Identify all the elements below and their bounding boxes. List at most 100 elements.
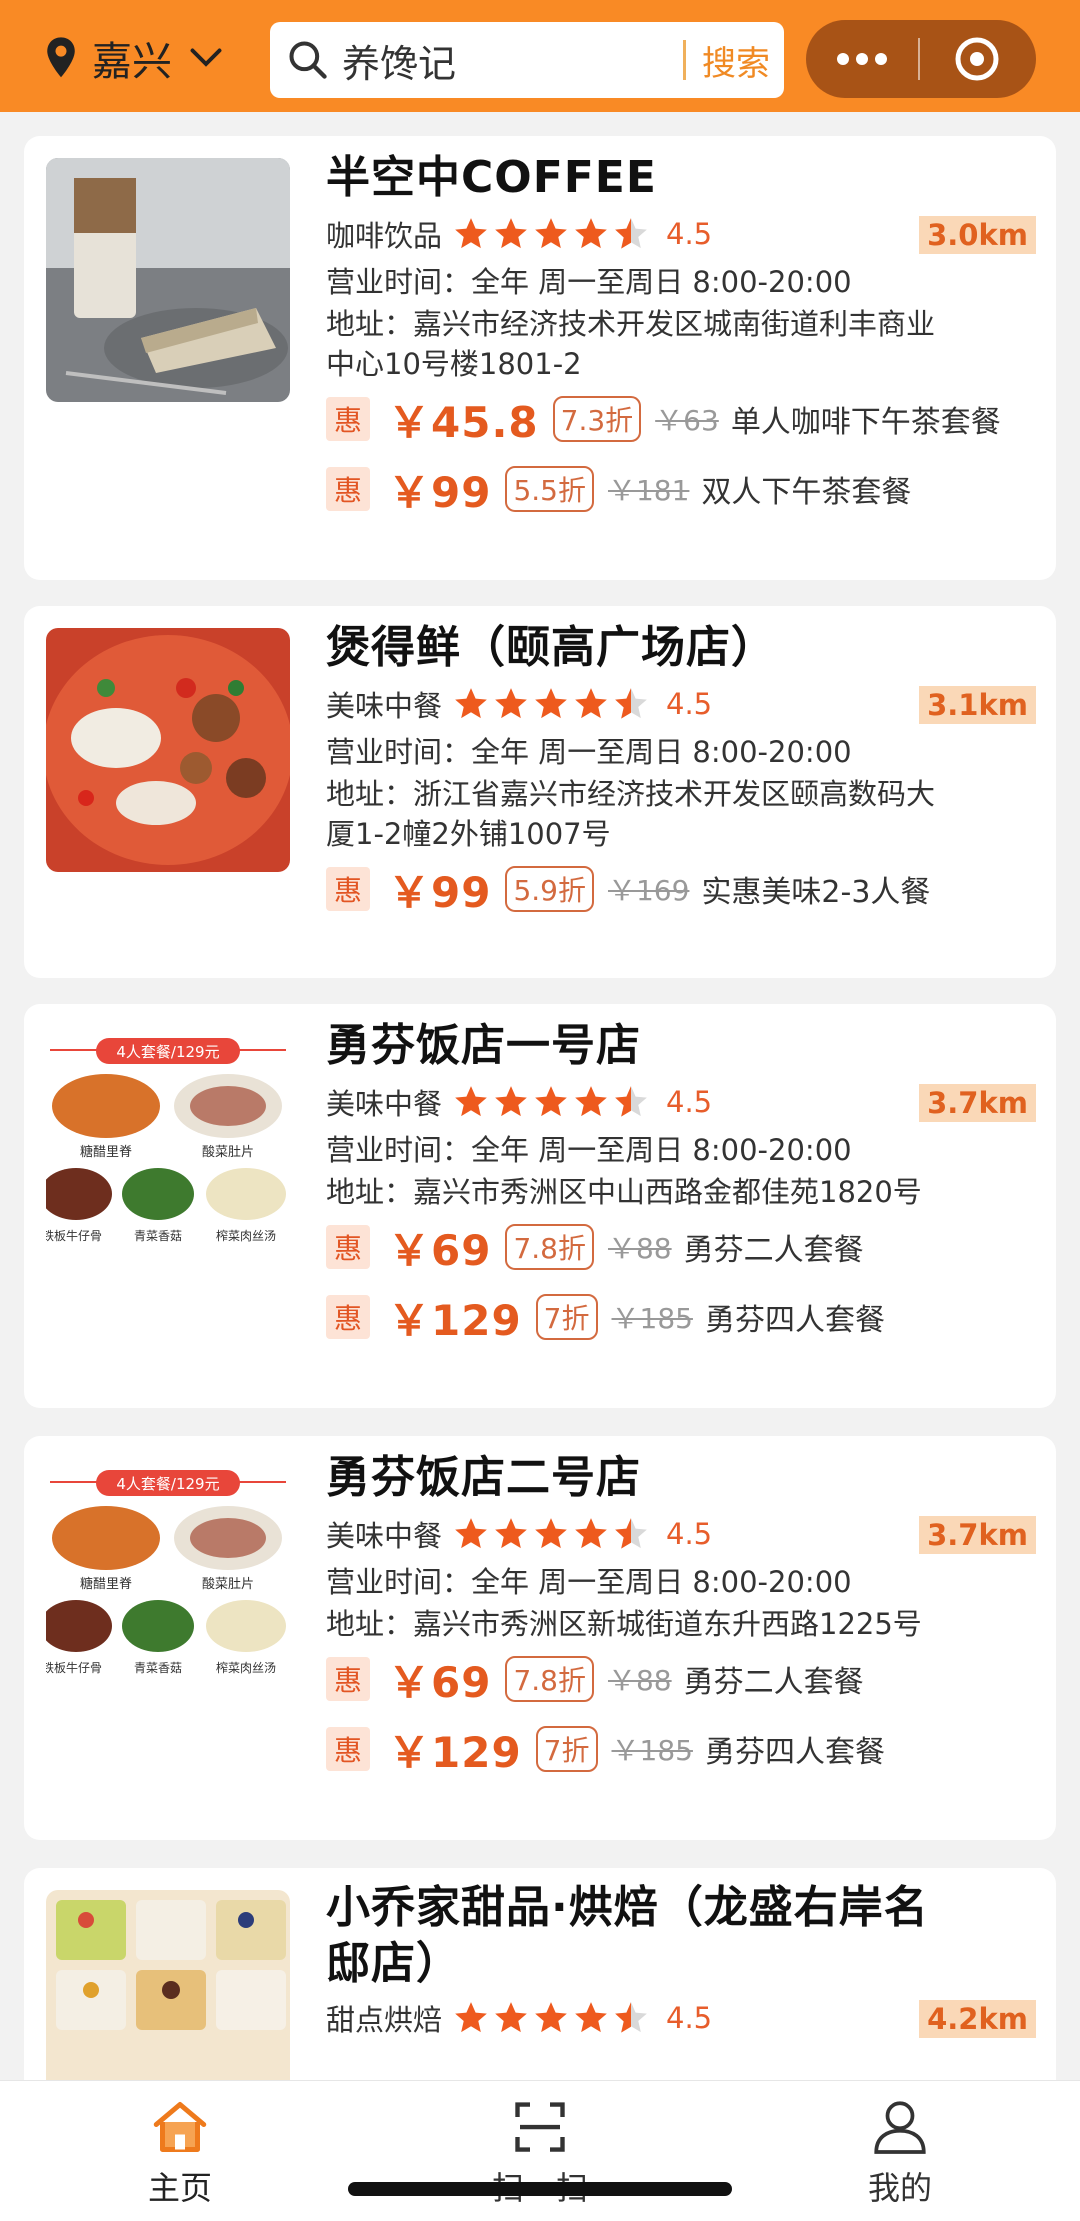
search-box[interactable]: 养馋记 搜索 <box>270 22 784 98</box>
category-label: 美味中餐 <box>326 689 443 723</box>
thumb-dish-label: 榨菜肉丝汤 <box>216 1660 276 1675</box>
star-icon <box>455 2002 487 2033</box>
close-mini-program-button[interactable] <box>920 20 1034 98</box>
half-star-icon <box>615 1518 647 1549</box>
thumb-dish-label: 酸菜肚片 <box>202 1145 254 1160</box>
rating-score: 4.5 <box>666 687 713 721</box>
rating-score: 4.5 <box>666 217 713 251</box>
discount-tag: 7折 <box>535 1294 598 1340</box>
star-rating <box>452 1083 652 1121</box>
star-icon <box>575 1086 607 1117</box>
top-bar: 嘉兴 养馋记 搜索 <box>0 0 1080 112</box>
user-icon <box>874 2101 926 2154</box>
discount-tag: 5.9折 <box>505 866 594 912</box>
thumb-dish-label: 糖醋里脊 <box>80 1144 132 1160</box>
star-rating <box>452 1515 652 1553</box>
business-hours: 营业时间：全年 周一至周日 8:00-20:00 <box>326 735 852 769</box>
restaurant-name[interactable]: 煲得鲜（颐高广场店） <box>326 618 1036 678</box>
deal-row[interactable]: 惠 ￥69 7.8折 ￥88 勇芬二人套餐 <box>326 1212 1036 1282</box>
search-divider <box>683 40 686 80</box>
tab-mine-label: 我的 <box>867 2169 932 2207</box>
discount-tag: 7.3折 <box>552 396 642 442</box>
business-hours: 营业时间：全年 周一至周日 8:00-20:00 <box>326 1565 852 1599</box>
discount-tag: 5.5折 <box>505 466 594 512</box>
search-input[interactable]: 养馋记 <box>342 33 683 88</box>
package-name: 勇芬二人套餐 <box>683 1665 864 1700</box>
deal-price: ￥99 <box>388 867 492 917</box>
restaurant-card[interactable]: 4人套餐/129元 糖醋里脊 酸菜肚片 铁板牛仔骨 青菜香菇 榨菜肉丝汤 勇芬饭… <box>24 1004 1056 1408</box>
city-selector[interactable]: 嘉兴 <box>44 30 224 86</box>
restaurant-name[interactable]: 勇芬饭店一号店 <box>326 1016 1036 1076</box>
restaurant-card[interactable]: 半空中COFFEE 咖啡饮品 4.5 3.0km 营业时间：全年 周一至周日 8… <box>24 136 1056 580</box>
star-icon <box>575 688 607 719</box>
star-icon <box>535 1086 567 1117</box>
deal-price: ￥129 <box>388 1727 522 1777</box>
deal-badge: 惠 <box>326 867 370 911</box>
target-close-icon <box>955 37 999 81</box>
business-hours: 营业时间：全年 周一至周日 8:00-20:00 <box>326 265 852 299</box>
restaurant-name-continued[interactable]: 邸店） <box>326 1936 1036 1992</box>
deal-badge: 惠 <box>326 1657 370 1701</box>
distance-badge: 3.1km <box>919 686 1036 724</box>
distance-badge: 4.2km <box>919 2000 1036 2038</box>
deal-row[interactable]: 惠 ￥45.8 7.3折 ￥63 单人咖啡下午茶套餐 <box>326 384 1036 454</box>
deal-badge: 惠 <box>326 1295 370 1339</box>
restaurant-photo <box>46 158 290 402</box>
deal-price: ￥69 <box>388 1225 492 1275</box>
deal-price: ￥69 <box>388 1657 492 1707</box>
restaurant-card[interactable]: 小乔家甜品·烘焙（龙盛右岸名 邸店） 甜点烘焙 4.5 4.2km <box>24 1868 1056 2098</box>
deal-price: ￥129 <box>388 1295 522 1345</box>
deal-row[interactable]: 惠 ￥129 7折 ￥185 勇芬四人套餐 <box>326 1714 1036 1784</box>
discount-tag: 7.8折 <box>505 1224 594 1270</box>
restaurant-photo: 4人套餐/129元 糖醋里脊 酸菜肚片 铁板牛仔骨 青菜香菇 榨菜肉丝汤 <box>46 1026 290 1270</box>
restaurant-card[interactable]: 煲得鲜（颐高广场店） 美味中餐 4.5 3.1km 营业时间：全年 周一至周日 … <box>24 606 1056 978</box>
more-dots-icon <box>837 53 887 65</box>
restaurant-photo <box>46 628 290 872</box>
distance-badge: 3.0km <box>919 216 1036 254</box>
location-pin-icon <box>47 37 75 78</box>
star-icon <box>575 218 607 249</box>
original-price: ￥169 <box>607 874 690 907</box>
home-indicator <box>348 2182 732 2196</box>
star-icon <box>535 218 567 249</box>
restaurant-name[interactable]: 勇芬饭店二号店 <box>326 1448 1036 1508</box>
restaurant-name[interactable]: 小乔家甜品·烘焙（龙盛右岸名 <box>326 1880 1036 1936</box>
original-price: ￥181 <box>607 474 690 507</box>
half-star-icon <box>615 2002 647 2033</box>
category-label: 咖啡饮品 <box>326 219 443 253</box>
deal-badge: 惠 <box>326 1225 370 1269</box>
category-label: 甜点烘焙 <box>326 2003 443 2037</box>
star-rating <box>452 685 652 723</box>
deal-row[interactable]: 惠 ￥99 5.5折 ￥181 双人下午茶套餐 <box>326 454 1036 524</box>
search-icon <box>289 41 327 79</box>
address-line: 地址：浙江省嘉兴市经济技术开发区颐高数码大 <box>326 777 936 811</box>
tab-mine[interactable]: 我的 <box>800 2097 1000 2209</box>
star-icon <box>455 1086 487 1117</box>
half-star-icon <box>615 218 647 249</box>
thumb-dish-label: 糖醋里脊 <box>80 1576 132 1592</box>
original-price: ￥185 <box>611 1302 693 1335</box>
deal-row[interactable]: 惠 ￥69 7.8折 ￥88 勇芬二人套餐 <box>326 1644 1036 1714</box>
deal-row[interactable]: 惠 ￥129 7折 ￥185 勇芬四人套餐 <box>326 1282 1036 1352</box>
more-button[interactable] <box>806 20 918 98</box>
deal-row[interactable]: 惠 ￥99 5.9折 ￥169 实惠美味2-3人餐 <box>326 854 1036 924</box>
discount-tag: 7.8折 <box>505 1656 594 1702</box>
thumb-dish-label: 酸菜肚片 <box>202 1577 254 1592</box>
deal-badge: 惠 <box>326 397 370 441</box>
restaurant-card[interactable]: 4人套餐/129元 糖醋里脊 酸菜肚片 铁板牛仔骨 青菜香菇 榨菜肉丝汤 勇芬饭… <box>24 1436 1056 1840</box>
tab-home[interactable]: 主页 <box>80 2097 280 2209</box>
original-price: ￥88 <box>607 1664 672 1697</box>
deal-badge: 惠 <box>326 1727 370 1771</box>
deal-price: ￥99 <box>388 467 492 517</box>
star-rating <box>452 1999 652 2037</box>
star-icon <box>455 218 487 249</box>
package-name: 双人下午茶套餐 <box>701 475 912 510</box>
rating-score: 4.5 <box>666 2001 713 2035</box>
search-button[interactable]: 搜索 <box>702 36 770 85</box>
thumb-dish-label: 铁板牛仔骨 <box>46 1660 102 1675</box>
thumb-dish-label: 青菜香菇 <box>134 1661 182 1675</box>
restaurant-name[interactable]: 半空中COFFEE <box>326 148 1036 208</box>
tab-home-label: 主页 <box>147 2169 212 2207</box>
thumb-dish-label: 榨菜肉丝汤 <box>216 1228 276 1243</box>
star-icon <box>575 1518 607 1549</box>
